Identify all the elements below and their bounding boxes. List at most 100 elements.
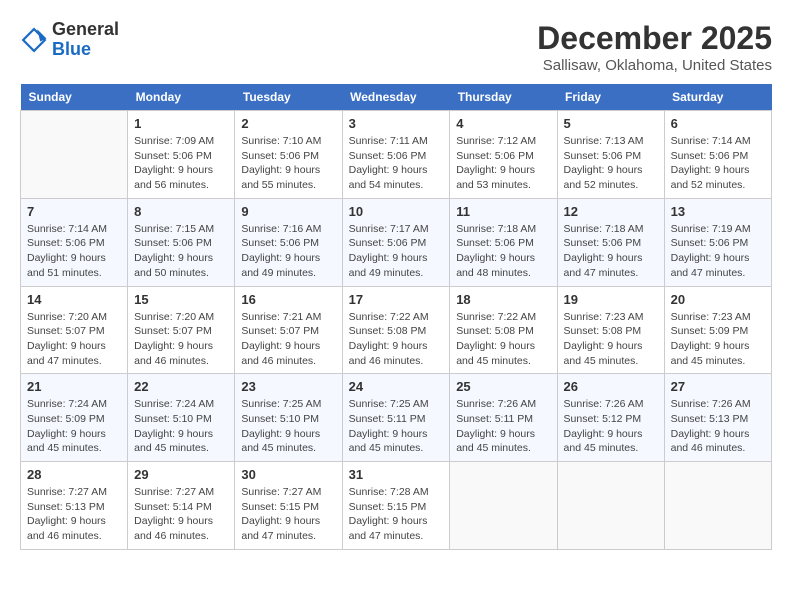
- cell-info: Sunrise: 7:14 AMSunset: 5:06 PMDaylight:…: [27, 222, 121, 281]
- calendar-cell: 19Sunrise: 7:23 AMSunset: 5:08 PMDayligh…: [557, 286, 664, 374]
- calendar-cell: 3 Sunrise: 7:11 AMSunset: 5:06 PMDaylight…: [342, 111, 450, 199]
- day-number: 5: [564, 116, 658, 131]
- calendar-cell: 22 Sunrise: 7:24 AMSunset: 5:10 PMDayligh…: [128, 374, 235, 462]
- calendar-cell: 12 Sunrise: 7:18 AMSunset: 5:06 PMDayligh…: [557, 198, 664, 286]
- calendar-cell: 4Sunrise: 7:12 AMSunset: 5:06 PMDaylight…: [450, 111, 557, 199]
- calendar-cell: 18Sunrise: 7:22 AMSunset: 5:08 PMDayligh…: [450, 286, 557, 374]
- cell-info: Sunrise: 7:15 AMSunset: 5:06 PMDaylight:…: [134, 222, 228, 281]
- cell-info: Sunrise: 7:19 AMSunset: 5:06 PMDaylight:…: [671, 222, 765, 281]
- day-number: 16: [241, 292, 335, 307]
- day-number: 21: [27, 379, 121, 394]
- title-block: December 2025 Sallisaw, Oklahoma, United…: [537, 20, 772, 74]
- day-header-monday: Monday: [128, 84, 235, 111]
- month-title: December 2025: [537, 20, 772, 57]
- week-row-5: 28 Sunrise: 7:27 AMSunset: 5:13 PMDayligh…: [21, 462, 772, 550]
- calendar-cell: 10 Sunrise: 7:17 AMSunset: 5:06 PMDayligh…: [342, 198, 450, 286]
- cell-info: Sunrise: 7:23 AMSunset: 5:08 PMDaylight:…: [564, 310, 658, 369]
- cell-info: Sunrise: 7:26 AMSunset: 5:11 PMDaylight:…: [456, 397, 550, 456]
- day-header-saturday: Saturday: [664, 84, 771, 111]
- day-number: 20: [671, 292, 765, 307]
- calendar-cell: [450, 462, 557, 550]
- header-row: SundayMondayTuesdayWednesdayThursdayFrid…: [21, 84, 772, 111]
- day-number: 29: [134, 467, 228, 482]
- calendar-cell: 30Sunrise: 7:27 AMSunset: 5:15 PMDayligh…: [235, 462, 342, 550]
- week-row-4: 21Sunrise: 7:24 AMSunset: 5:09 PMDayligh…: [21, 374, 772, 462]
- calendar-cell: 21Sunrise: 7:24 AMSunset: 5:09 PMDayligh…: [21, 374, 128, 462]
- day-number: 9: [241, 204, 335, 219]
- day-header-thursday: Thursday: [450, 84, 557, 111]
- calendar-cell: 29 Sunrise: 7:27 AMSunset: 5:14 PMDayligh…: [128, 462, 235, 550]
- cell-info: Sunrise: 7:22 AMSunset: 5:08 PMDaylight:…: [349, 310, 444, 369]
- page-header: General Blue December 2025 Sallisaw, Okl…: [20, 20, 772, 74]
- cell-info: Sunrise: 7:28 AMSunset: 5:15 PMDaylight:…: [349, 485, 444, 544]
- day-number: 1: [134, 116, 228, 131]
- calendar-cell: 25Sunrise: 7:26 AMSunset: 5:11 PMDayligh…: [450, 374, 557, 462]
- cell-info: Sunrise: 7:24 AMSunset: 5:10 PMDaylight:…: [134, 397, 228, 456]
- calendar-cell: 27 Sunrise: 7:26 AMSunset: 5:13 PMDayligh…: [664, 374, 771, 462]
- week-row-2: 7 Sunrise: 7:14 AMSunset: 5:06 PMDaylight…: [21, 198, 772, 286]
- calendar-cell: 7 Sunrise: 7:14 AMSunset: 5:06 PMDaylight…: [21, 198, 128, 286]
- day-number: 8: [134, 204, 228, 219]
- calendar-table: SundayMondayTuesdayWednesdayThursdayFrid…: [20, 84, 772, 550]
- calendar-cell: 24 Sunrise: 7:25 AMSunset: 5:11 PMDayligh…: [342, 374, 450, 462]
- calendar-cell: 16 Sunrise: 7:21 AMSunset: 5:07 PMDayligh…: [235, 286, 342, 374]
- week-row-1: 1 Sunrise: 7:09 AMSunset: 5:06 PMDaylight…: [21, 111, 772, 199]
- cell-info: Sunrise: 7:11 AMSunset: 5:06 PMDaylight:…: [349, 134, 444, 193]
- day-number: 13: [671, 204, 765, 219]
- calendar-cell: [21, 111, 128, 199]
- location: Sallisaw, Oklahoma, United States: [537, 57, 772, 74]
- day-number: 17: [349, 292, 444, 307]
- cell-info: Sunrise: 7:25 AMSunset: 5:10 PMDaylight:…: [241, 397, 335, 456]
- day-number: 6: [671, 116, 765, 131]
- cell-info: Sunrise: 7:27 AMSunset: 5:13 PMDaylight:…: [27, 485, 121, 544]
- day-number: 18: [456, 292, 550, 307]
- calendar-cell: 20 Sunrise: 7:23 AMSunset: 5:09 PMDayligh…: [664, 286, 771, 374]
- day-number: 24: [349, 379, 444, 394]
- day-header-sunday: Sunday: [21, 84, 128, 111]
- calendar-cell: 23 Sunrise: 7:25 AMSunset: 5:10 PMDayligh…: [235, 374, 342, 462]
- cell-info: Sunrise: 7:23 AMSunset: 5:09 PMDaylight:…: [671, 310, 765, 369]
- day-number: 15: [134, 292, 228, 307]
- day-number: 10: [349, 204, 444, 219]
- day-number: 2: [241, 116, 335, 131]
- cell-info: Sunrise: 7:18 AMSunset: 5:06 PMDaylight:…: [564, 222, 658, 281]
- cell-info: Sunrise: 7:26 AMSunset: 5:13 PMDaylight:…: [671, 397, 765, 456]
- cell-info: Sunrise: 7:17 AMSunset: 5:06 PMDaylight:…: [349, 222, 444, 281]
- cell-info: Sunrise: 7:20 AMSunset: 5:07 PMDaylight:…: [134, 310, 228, 369]
- cell-info: Sunrise: 7:27 AMSunset: 5:14 PMDaylight:…: [134, 485, 228, 544]
- calendar-cell: 28 Sunrise: 7:27 AMSunset: 5:13 PMDayligh…: [21, 462, 128, 550]
- day-number: 22: [134, 379, 228, 394]
- calendar-cell: 6Sunrise: 7:14 AMSunset: 5:06 PMDaylight…: [664, 111, 771, 199]
- cell-info: Sunrise: 7:18 AMSunset: 5:06 PMDaylight:…: [456, 222, 550, 281]
- cell-info: Sunrise: 7:09 AMSunset: 5:06 PMDaylight:…: [134, 134, 228, 193]
- calendar-cell: 5 Sunrise: 7:13 AMSunset: 5:06 PMDaylight…: [557, 111, 664, 199]
- day-number: 23: [241, 379, 335, 394]
- cell-info: Sunrise: 7:25 AMSunset: 5:11 PMDaylight:…: [349, 397, 444, 456]
- week-row-3: 14 Sunrise: 7:20 AMSunset: 5:07 PMDayligh…: [21, 286, 772, 374]
- calendar-cell: [557, 462, 664, 550]
- day-number: 31: [349, 467, 444, 482]
- day-number: 14: [27, 292, 121, 307]
- day-number: 3: [349, 116, 444, 131]
- logo-icon: [20, 26, 48, 54]
- day-number: 28: [27, 467, 121, 482]
- day-header-tuesday: Tuesday: [235, 84, 342, 111]
- day-number: 27: [671, 379, 765, 394]
- calendar-cell: 1 Sunrise: 7:09 AMSunset: 5:06 PMDaylight…: [128, 111, 235, 199]
- day-number: 11: [456, 204, 550, 219]
- calendar-cell: 26Sunrise: 7:26 AMSunset: 5:12 PMDayligh…: [557, 374, 664, 462]
- calendar-cell: 8 Sunrise: 7:15 AMSunset: 5:06 PMDaylight…: [128, 198, 235, 286]
- calendar-cell: [664, 462, 771, 550]
- calendar-cell: 31 Sunrise: 7:28 AMSunset: 5:15 PMDayligh…: [342, 462, 450, 550]
- cell-info: Sunrise: 7:12 AMSunset: 5:06 PMDaylight:…: [456, 134, 550, 193]
- day-header-wednesday: Wednesday: [342, 84, 450, 111]
- calendar-cell: 14 Sunrise: 7:20 AMSunset: 5:07 PMDayligh…: [21, 286, 128, 374]
- cell-info: Sunrise: 7:26 AMSunset: 5:12 PMDaylight:…: [564, 397, 658, 456]
- cell-info: Sunrise: 7:27 AMSunset: 5:15 PMDaylight:…: [241, 485, 335, 544]
- calendar-cell: 13 Sunrise: 7:19 AMSunset: 5:06 PMDayligh…: [664, 198, 771, 286]
- day-number: 12: [564, 204, 658, 219]
- cell-info: Sunrise: 7:21 AMSunset: 5:07 PMDaylight:…: [241, 310, 335, 369]
- cell-info: Sunrise: 7:13 AMSunset: 5:06 PMDaylight:…: [564, 134, 658, 193]
- cell-info: Sunrise: 7:20 AMSunset: 5:07 PMDaylight:…: [27, 310, 121, 369]
- day-number: 7: [27, 204, 121, 219]
